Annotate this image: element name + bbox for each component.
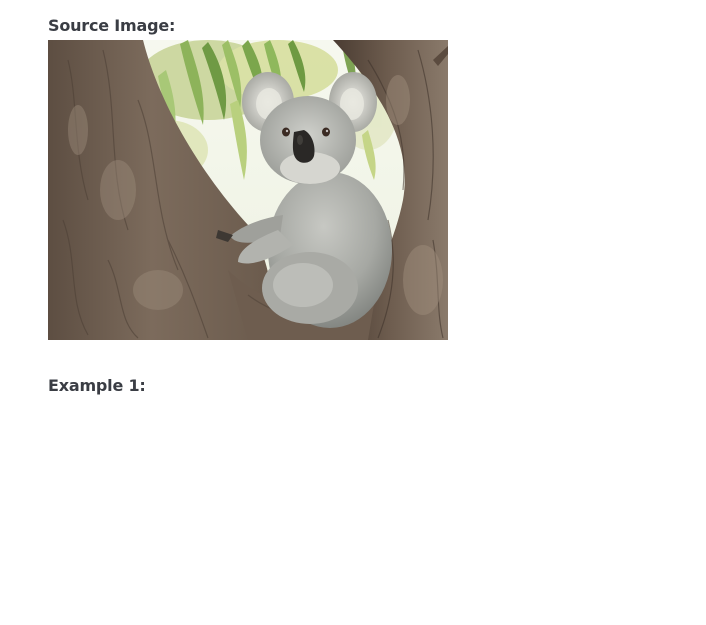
example-output-area	[48, 404, 448, 604]
source-image	[48, 40, 448, 340]
source-image-heading: Source Image:	[48, 16, 176, 35]
example-heading: Example 1:	[48, 376, 146, 395]
koala-photo-illustration	[48, 40, 448, 340]
